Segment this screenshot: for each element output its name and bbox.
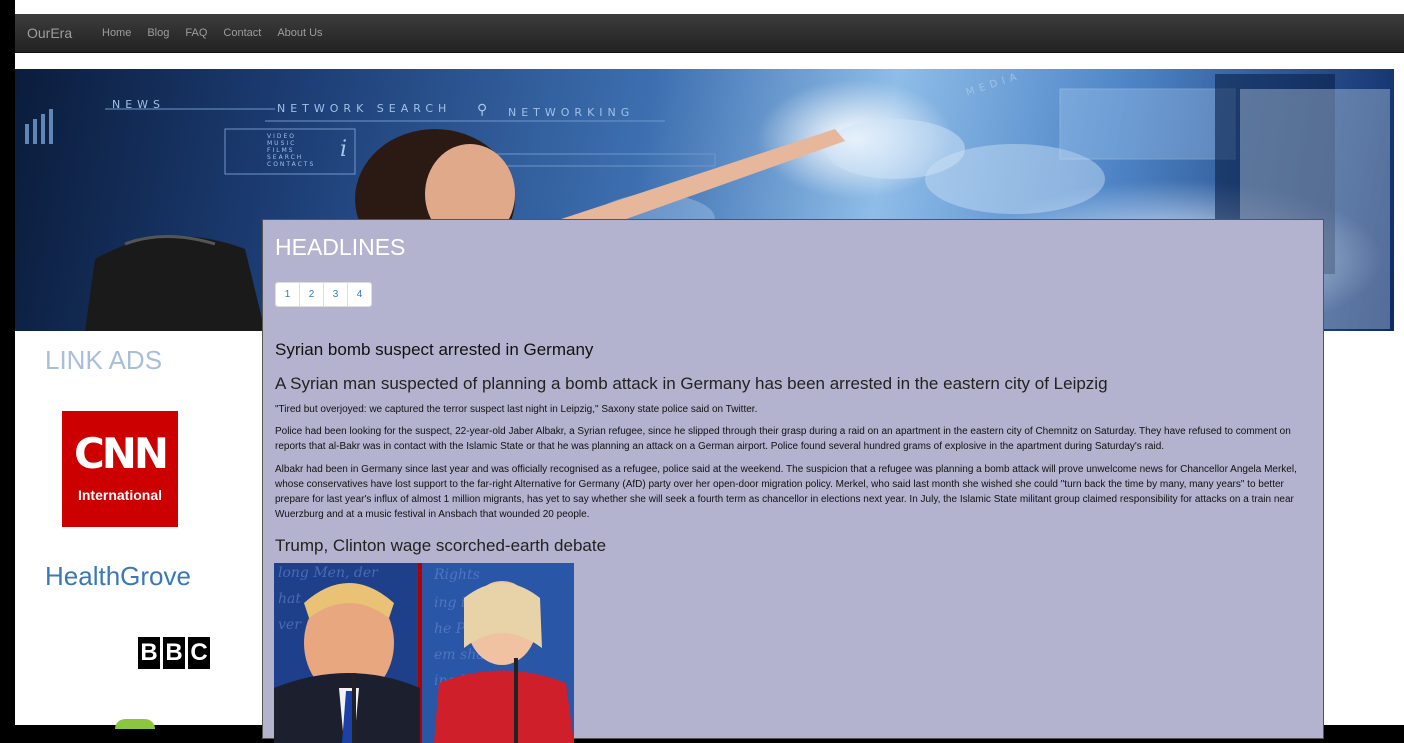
brand-link[interactable]: OurEra (27, 25, 72, 41)
article-paragraph-2: Police had been looking for the suspect,… (275, 426, 1291, 452)
headlines-title: HEADLINES (275, 234, 406, 260)
nav-link-home[interactable]: Home (94, 14, 139, 53)
banner-networking-text: NETWORKING (508, 106, 635, 119)
sidebar-link-ads: LINK ADS CNN International HealthGrove B… (15, 331, 262, 729)
article-paragraph-1-wrap: "Tired but overjoyed: we captured the te… (275, 402, 1310, 417)
navbar: OurEra Home Blog FAQ Contact About Us (15, 14, 1404, 53)
svg-text:Rights: Rights (433, 567, 480, 583)
nav-link-contact[interactable]: Contact (215, 14, 269, 53)
cnn-logo-sub: International (77, 487, 162, 503)
banner-news-text: NEWS (112, 98, 166, 111)
article-syrian-bomb: Syrian bomb suspect arrested in Germany (275, 340, 1310, 360)
bbc-letter-b1: B (138, 637, 160, 669)
nav-link-blog[interactable]: Blog (139, 14, 177, 53)
bbc-letter-c: C (188, 637, 210, 669)
article-paragraph-3-wrap: Albakr had been in Germany since last ye… (275, 462, 1310, 522)
cnn-international-logo[interactable]: CNN International (62, 411, 178, 527)
article-2-title: Trump, Clinton wage scorched-earth debat… (275, 536, 607, 555)
nav-link-about-us[interactable]: About Us (269, 14, 330, 53)
green-logo-partial[interactable] (115, 719, 155, 729)
article-trump-clinton: Trump, Clinton wage scorched-earth debat… (275, 536, 1310, 556)
article-subtitle-wrap: A Syrian man suspected of planning a bom… (275, 374, 1310, 394)
search-icon: ⚲ (477, 101, 488, 117)
info-icon: i (340, 137, 348, 162)
healthgrove-link[interactable]: HealthGrove (45, 561, 191, 592)
link-ads-title: LINK ADS (45, 345, 163, 375)
svg-text:long Men, der: long Men, der (278, 565, 379, 581)
page-button-2[interactable]: 2 (299, 282, 324, 307)
debate-photo-graphic: long Men, der hat ver Rights ing its he … (274, 563, 574, 743)
page-button-4[interactable]: 4 (347, 282, 372, 307)
headlines-panel: HEADLINES 1 2 3 4 Syrian bomb suspect ar… (262, 219, 1324, 743)
article-paragraph-2-wrap: Police had been looking for the suspect,… (275, 424, 1310, 454)
cnn-logo-main: CNN (73, 429, 169, 478)
svg-text:ver: ver (278, 617, 302, 633)
bbc-logo[interactable]: B B C (138, 637, 210, 669)
pagination: 1 2 3 4 (275, 282, 372, 307)
svg-text:hat: hat (278, 591, 301, 607)
article-title: Syrian bomb suspect arrested in Germany (275, 340, 594, 359)
nav-links: Home Blog FAQ Contact About Us (94, 14, 331, 53)
bbc-letter-b2: B (163, 637, 185, 669)
page-button-3[interactable]: 3 (323, 282, 348, 307)
nav-link-faq[interactable]: FAQ (177, 14, 215, 53)
article-paragraph-3: Albakr had been in Germany since last ye… (275, 464, 1297, 520)
article-paragraph-1: "Tired but overjoyed: we captured the te… (275, 404, 758, 415)
debate-photo: long Men, der hat ver Rights ing its he … (274, 563, 574, 743)
banner-menu-text: VIDEO MUSIC FILMS SEARCH CONTACTS (267, 133, 316, 168)
article-subtitle: A Syrian man suspected of planning a bom… (275, 374, 1108, 393)
banner-network-text: NETWORK SEARCH (277, 102, 452, 115)
page-button-1[interactable]: 1 (275, 282, 300, 307)
